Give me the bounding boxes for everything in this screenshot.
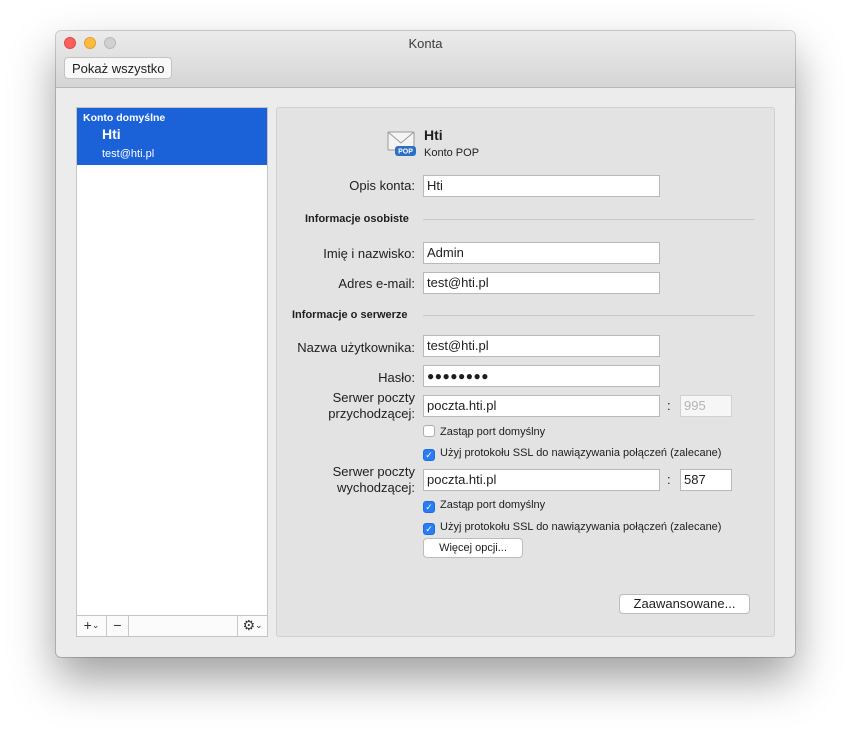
section-divider bbox=[423, 219, 755, 220]
checkmark-icon: ✓ bbox=[423, 449, 435, 461]
advanced-button[interactable]: Zaawansowane... bbox=[619, 594, 750, 614]
incoming-server-label: Serwer poczty przychodzącej: bbox=[328, 390, 415, 422]
fullname-label: Imię i nazwisko: bbox=[323, 246, 415, 261]
account-group-label: Konto domyślne bbox=[83, 112, 166, 124]
gear-icon: ⚙ bbox=[242, 617, 255, 633]
description-input[interactable]: Hti bbox=[423, 175, 660, 197]
account-name: Hti bbox=[424, 127, 443, 143]
fullname-input[interactable]: Admin bbox=[423, 242, 660, 264]
account-item-email: test@hti.pl bbox=[102, 148, 155, 160]
port-separator: : bbox=[667, 472, 671, 487]
username-label: Nazwa użytkownika: bbox=[297, 340, 415, 355]
outgoing-server-label-line2: wychodzącej: bbox=[336, 480, 415, 495]
chevron-down-icon: ⌄ bbox=[91, 620, 100, 630]
checkbox-label: Użyj protokołu SSL do nawiązywania połąc… bbox=[440, 521, 722, 533]
outgoing-ssl-checkbox[interactable]: ✓ Użyj protokołu SSL do nawiązywania połą… bbox=[423, 521, 721, 535]
username-input[interactable]: test@hti.pl bbox=[423, 335, 660, 357]
accounts-window: Konta Pokaż wszystko Konto domyślne Hti … bbox=[56, 31, 795, 657]
window-title: Konta bbox=[408, 36, 443, 51]
checkbox-label: Zastąp port domyślny bbox=[440, 499, 546, 511]
more-options-button[interactable]: Więcej opcji... bbox=[423, 538, 523, 558]
account-type: Konto POP bbox=[424, 147, 480, 159]
incoming-override-port-checkbox[interactable]: Zastąp port domyślny bbox=[423, 425, 545, 438]
title-bar: Konta Pokaż wszystko bbox=[56, 31, 795, 88]
email-label: Adres e-mail: bbox=[338, 276, 415, 291]
pop-badge: POP bbox=[398, 149, 413, 156]
outgoing-port-input[interactable]: 587 bbox=[680, 469, 732, 491]
plus-icon: + bbox=[83, 617, 92, 633]
outgoing-override-port-checkbox[interactable]: ✓ Zastąp port domyślny bbox=[423, 499, 545, 513]
minus-icon: − bbox=[113, 617, 122, 633]
checkbox-label: Użyj protokołu SSL do nawiązywania połąc… bbox=[440, 447, 722, 459]
checkbox-box bbox=[423, 425, 435, 437]
add-account-button[interactable]: +⌄ bbox=[77, 616, 107, 636]
incoming-port-input[interactable]: 995 bbox=[680, 395, 732, 417]
email-input[interactable]: test@hti.pl bbox=[423, 272, 660, 294]
checkmark-icon: ✓ bbox=[423, 523, 435, 535]
incoming-ssl-checkbox[interactable]: ✓ Użyj protokołu SSL do nawiązywania połą… bbox=[423, 447, 721, 461]
personal-section-heading: Informacje osobiste bbox=[305, 213, 409, 225]
description-label: Opis konta: bbox=[349, 178, 415, 193]
port-separator: : bbox=[667, 398, 671, 413]
account-item-name: Hti bbox=[102, 126, 121, 142]
incoming-server-input[interactable]: poczta.hti.pl bbox=[423, 395, 660, 417]
server-section-heading: Informacje o serwerze bbox=[292, 309, 408, 321]
account-actions-button[interactable]: ⚙⌄ bbox=[237, 616, 267, 636]
outgoing-server-input[interactable]: poczta.hti.pl bbox=[423, 469, 660, 491]
account-list: Konto domyślne Hti test@hti.pl +⌄ − ⚙⌄ bbox=[76, 107, 268, 637]
incoming-server-label-line2: przychodzącej: bbox=[328, 406, 415, 421]
outgoing-server-label: Serwer poczty wychodzącej: bbox=[333, 464, 415, 496]
section-divider bbox=[423, 315, 755, 316]
account-list-item[interactable]: Konto domyślne Hti test@hti.pl bbox=[77, 108, 267, 165]
incoming-server-label-line1: Serwer poczty bbox=[332, 390, 415, 405]
account-list-toolbar: +⌄ − ⚙⌄ bbox=[77, 615, 267, 636]
account-settings-panel: POP Hti Konto POP Opis konta: Hti Inform… bbox=[276, 107, 775, 637]
remove-account-button[interactable]: − bbox=[107, 616, 129, 636]
outgoing-server-label-line1: Serwer poczty bbox=[332, 464, 415, 479]
envelope-icon: POP bbox=[387, 131, 416, 156]
password-label: Hasło: bbox=[378, 370, 415, 385]
password-input[interactable]: ●●●●●●●● bbox=[423, 365, 660, 387]
show-all-button[interactable]: Pokaż wszystko bbox=[64, 57, 173, 79]
checkmark-icon: ✓ bbox=[423, 501, 435, 513]
checkbox-label: Zastąp port domyślny bbox=[440, 426, 546, 438]
chevron-down-icon: ⌄ bbox=[255, 620, 263, 630]
